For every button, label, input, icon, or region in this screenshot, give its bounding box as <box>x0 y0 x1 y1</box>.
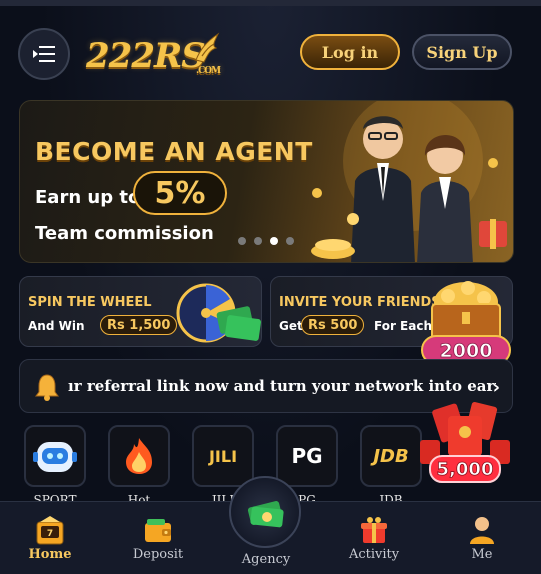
carousel-dot[interactable] <box>254 237 262 245</box>
nav-agency-label[interactable]: Agency <box>220 552 312 567</box>
bottom-nav: 7 Home Deposit Agency Activity Me <box>0 476 541 574</box>
gift-badge: 5,000 <box>437 459 494 480</box>
pg-logo: PG <box>291 444 323 468</box>
hero-banner[interactable]: BECOME AN AGENT Earn up to 5% Team commi… <box>19 100 514 263</box>
nav-deposit[interactable]: Deposit <box>113 502 203 574</box>
promo-title: INVITE YOUR FRIENDS <box>279 295 441 310</box>
chevron-right-icon[interactable]: › <box>493 377 500 398</box>
nav-agency-button[interactable] <box>229 476 301 548</box>
promo-amount: Rs 500 <box>301 315 365 335</box>
money-stack-icon <box>247 501 284 528</box>
carousel-dots <box>238 237 294 245</box>
category-robot[interactable] <box>24 425 86 487</box>
header: 222RS .COM Log in Sign Up <box>0 24 541 82</box>
category-hot[interactable] <box>108 425 170 487</box>
promo-spin-wheel[interactable]: SPIN THE WHEEL And Win Rs 1,500 <box>19 276 262 347</box>
nav-label: Activity <box>348 547 400 562</box>
logo-suffix: .COM <box>196 66 221 76</box>
marquee-text: ır referral link now and turn your netwo… <box>68 377 496 395</box>
fire-icon <box>126 438 152 474</box>
nav-me[interactable]: Me <box>437 502 527 574</box>
signup-button[interactable]: Sign Up <box>412 34 512 70</box>
user-icon <box>470 517 494 544</box>
promo-amount: Rs 1,500 <box>100 315 178 335</box>
agents-illustration <box>311 101 507 262</box>
category-jdb[interactable]: JDB <box>360 425 422 487</box>
jili-logo: JILI <box>208 446 238 466</box>
login-button[interactable]: Log in <box>300 34 400 70</box>
hero-percent: 5% <box>133 171 227 215</box>
hero-earn-text: Earn up to <box>35 187 141 208</box>
category-jili[interactable]: JILI <box>192 425 254 487</box>
carousel-dot[interactable] <box>238 237 246 245</box>
jdb-logo: JDB <box>373 445 409 467</box>
hero-team-text: Team commission <box>35 223 214 244</box>
home-slot-icon: 7 <box>36 516 64 545</box>
menu-icon <box>33 46 55 62</box>
logo-text: 222RS <box>86 36 206 76</box>
nav-label: Deposit <box>132 547 184 562</box>
nav-activity[interactable]: Activity <box>329 502 419 574</box>
nav-label: Me <box>471 547 493 562</box>
hero-title: BECOME AN AGENT <box>35 137 313 166</box>
gift-box-icon <box>361 517 387 543</box>
nav-label: Home <box>28 547 72 562</box>
promo-prefix: Get <box>279 319 303 333</box>
category-pg[interactable]: PG <box>276 425 338 487</box>
logo: 222RS .COM <box>86 36 221 76</box>
menu-button[interactable] <box>18 28 70 80</box>
promo-title: SPIN THE WHEEL <box>28 295 152 310</box>
treasure-chest-icon: 2000 <box>421 281 511 365</box>
wheel-icon <box>176 283 261 343</box>
top-edge <box>0 0 541 6</box>
wallet-icon <box>145 519 171 542</box>
promo-prefix: And Win <box>28 319 85 333</box>
red-envelope-gift-icon[interactable]: 5,000 <box>418 400 512 488</box>
nav-home[interactable]: 7 Home <box>5 502 95 574</box>
bell-icon <box>35 374 59 401</box>
carousel-dot-active[interactable] <box>270 237 278 245</box>
robot-icon <box>33 442 77 472</box>
svg-text:7: 7 <box>47 529 53 539</box>
wing-icon <box>195 32 220 63</box>
